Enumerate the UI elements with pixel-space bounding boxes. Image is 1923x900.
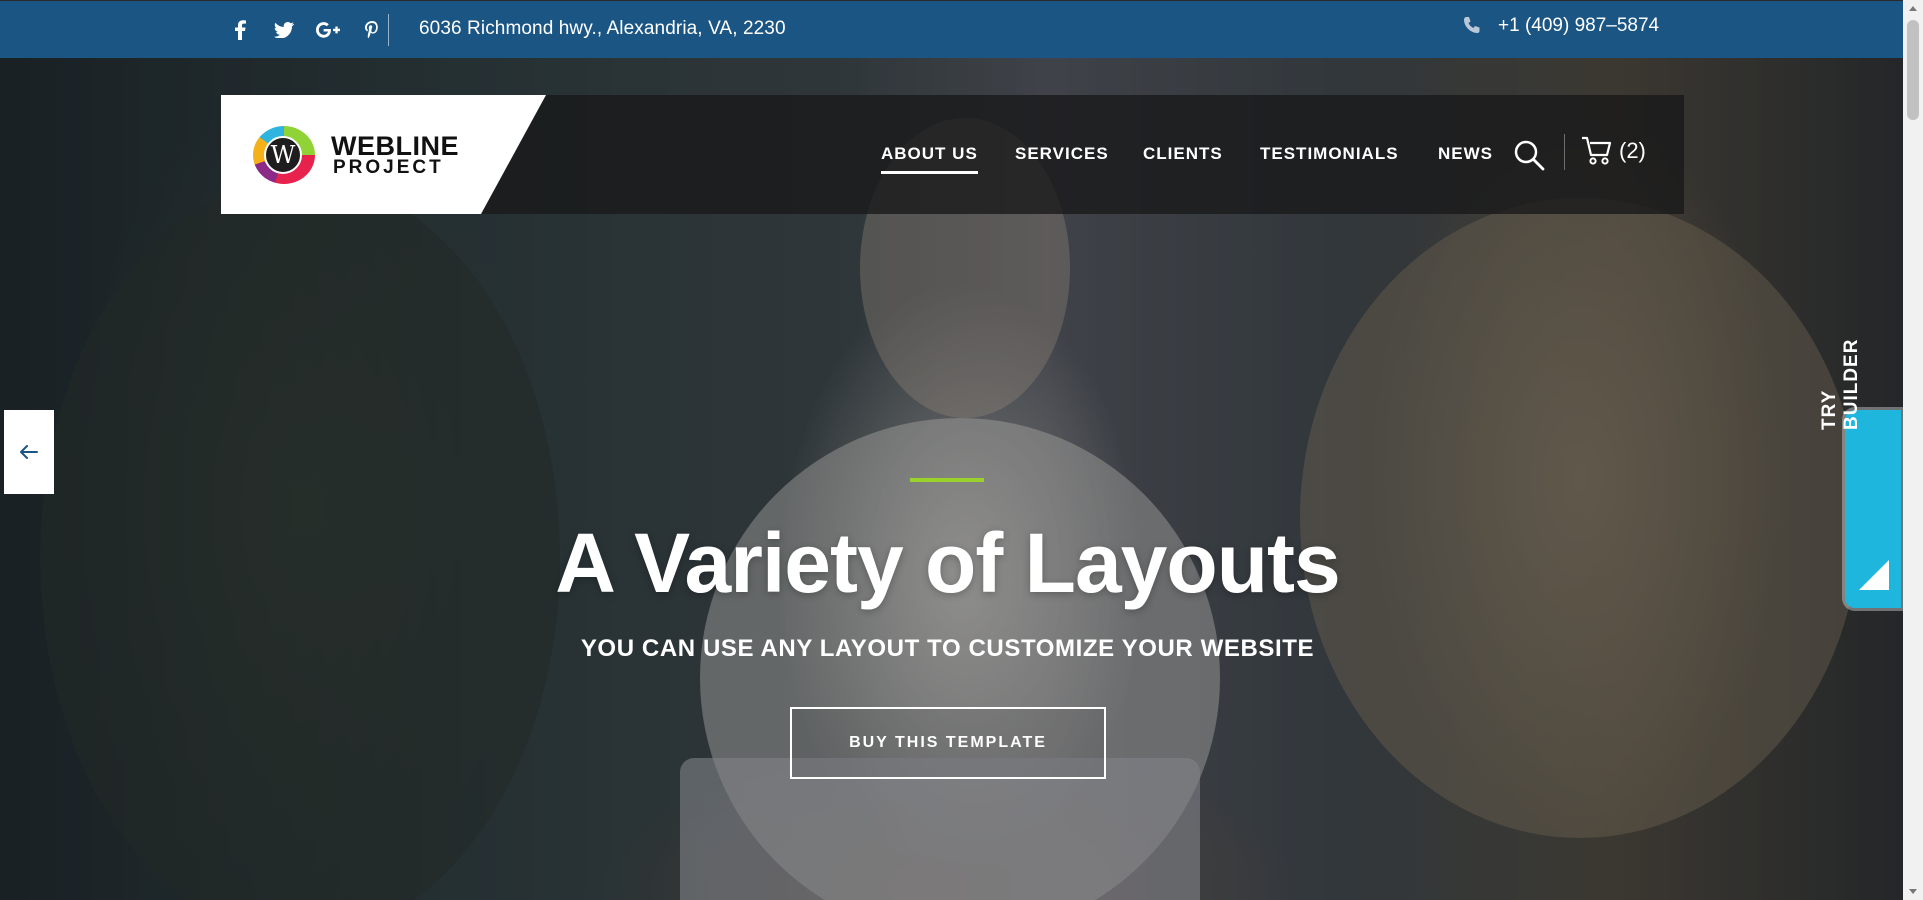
scroll-down-icon[interactable] <box>1909 889 1917 894</box>
cart-icon <box>1582 136 1612 165</box>
logo-text-line2[interactable]: PROJECT <box>333 157 444 179</box>
hero-subtitle: YOU CAN USE ANY LAYOUT TO CUSTOMIZE YOUR… <box>580 635 1315 662</box>
builder-icon <box>1859 560 1889 590</box>
google-plus-icon[interactable] <box>306 19 350 41</box>
social-links <box>218 19 394 41</box>
try-builder-label: TRY BUILDER <box>1819 338 1862 430</box>
try-builder-tab[interactable]: TRY BUILDER <box>1819 339 1901 608</box>
nav-divider <box>1564 134 1565 170</box>
scroll-up-icon[interactable] <box>1909 6 1917 11</box>
arrow-left-icon <box>20 445 38 459</box>
nav-item-about-us[interactable]: ABOUT US <box>881 144 978 174</box>
logo-letter: W <box>264 136 302 174</box>
twitter-icon[interactable] <box>262 19 306 41</box>
search-icon[interactable] <box>1513 139 1545 176</box>
phone-icon <box>1464 17 1480 33</box>
nav-item-services[interactable]: SERVICES <box>1015 144 1109 164</box>
nav-item-news[interactable]: NEWS <box>1438 144 1493 164</box>
cart-button[interactable]: (2) <box>1581 136 1646 166</box>
facebook-icon[interactable] <box>218 19 262 41</box>
hero-title: A Variety of Layouts <box>555 516 1340 610</box>
phone-contact[interactable]: +1 (409) 987–5874 <box>1462 15 1659 37</box>
hero-accent-line <box>910 478 984 482</box>
top-bar: 6036 Richmond hwy., Alexandria, VA, 2230… <box>0 0 1903 58</box>
slider-prev-button[interactable] <box>4 410 54 494</box>
nav-item-testimonials[interactable]: TESTIMONIALS <box>1260 144 1399 164</box>
logo-icon[interactable]: W <box>253 126 315 184</box>
topbar-divider <box>388 14 389 46</box>
address-text: 6036 Richmond hwy., Alexandria, VA, 2230 <box>419 18 786 39</box>
scrollbar-thumb[interactable] <box>1907 20 1919 120</box>
buy-template-button[interactable]: BUY THIS TEMPLATE <box>790 707 1106 779</box>
cart-count: (2) <box>1619 138 1646 163</box>
page-scrollbar[interactable] <box>1903 0 1923 900</box>
phone-number[interactable]: +1 (409) 987–5874 <box>1498 15 1659 37</box>
nav-item-clients[interactable]: CLIENTS <box>1143 144 1223 164</box>
